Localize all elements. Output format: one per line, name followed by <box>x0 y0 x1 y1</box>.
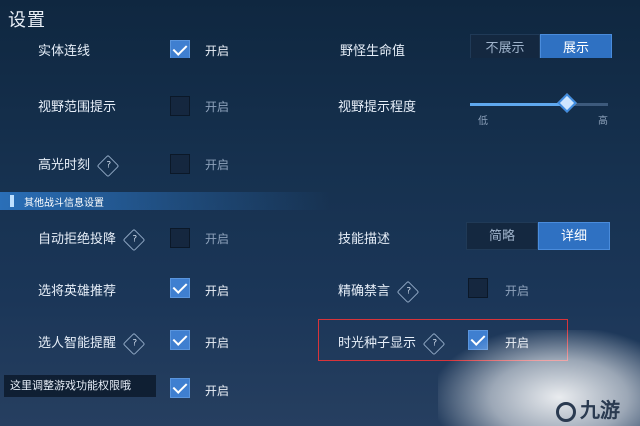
tooltip-permission: 这里调整游戏功能权限哦 <box>4 375 156 397</box>
setting-label-entity-line: 实体连线 <box>38 44 91 58</box>
highlight-moment-text: 高光时刻 <box>38 158 91 173</box>
vision-level-min-label: 低 <box>478 116 488 127</box>
setting-label-vision-range: 视野范围提示 <box>38 100 117 115</box>
help-icon[interactable]: ? <box>122 332 146 355</box>
highlight-moment-checkbox[interactable] <box>170 154 190 174</box>
setting-label-precise-mute: 精确禁言? <box>338 280 420 303</box>
section-marker <box>10 195 14 207</box>
setting-label-vision-level: 视野提示程度 <box>338 100 417 115</box>
precise-mute-state: 开启 <box>505 284 530 298</box>
auto-reject-state: 开启 <box>205 232 230 246</box>
auto-reject-checkbox[interactable] <box>170 228 190 248</box>
smart-reminder-state: 开启 <box>205 336 230 350</box>
vision-level-slider-knob[interactable] <box>557 93 577 113</box>
auto-reject-text: 自动拒绝投降 <box>38 232 117 247</box>
section-header-combat-info: 其他战斗信息设置 <box>0 192 330 210</box>
skill-desc-option-brief[interactable]: 简略 <box>466 222 538 250</box>
permission-checkbox[interactable] <box>170 378 190 398</box>
setting-label-hero-recommend: 选将英雄推荐 <box>38 284 117 299</box>
vision-range-state: 开启 <box>205 100 230 114</box>
entity-line-state: 开启 <box>205 44 230 58</box>
setting-label-skill-desc: 技能描述 <box>338 232 391 247</box>
help-icon[interactable]: ? <box>396 280 420 303</box>
top-partial-row: 实体连线 开启 野怪生命值 不展示 展示 <box>0 28 640 58</box>
help-icon[interactable]: ? <box>122 228 146 251</box>
monster-hp-option-hide[interactable]: 不展示 <box>470 34 540 58</box>
smart-reminder-text: 选人智能提醒 <box>38 336 117 351</box>
watermark: 九游 <box>556 394 620 423</box>
smart-reminder-checkbox[interactable] <box>170 330 190 350</box>
permission-state: 开启 <box>205 384 230 398</box>
setting-label-smart-reminder: 选人智能提醒? <box>38 332 146 355</box>
setting-label-auto-reject: 自动拒绝投降? <box>38 228 146 251</box>
jiuyou-logo-icon <box>556 401 576 422</box>
vision-range-checkbox[interactable] <box>170 96 190 116</box>
skill-desc-option-detailed[interactable]: 详细 <box>538 222 610 250</box>
help-icon[interactable]: ? <box>96 154 120 177</box>
precise-mute-checkbox[interactable] <box>468 278 488 298</box>
precise-mute-text: 精确禁言 <box>338 284 391 299</box>
section-title: 其他战斗信息设置 <box>24 198 104 209</box>
vision-level-slider-fill <box>470 103 568 106</box>
vision-level-max-label: 高 <box>598 116 608 127</box>
entity-line-checkbox[interactable] <box>170 40 190 58</box>
setting-label-highlight-moment: 高光时刻? <box>38 154 120 177</box>
hero-recommend-state: 开启 <box>205 284 230 298</box>
setting-label-monster-hp: 野怪生命值 <box>340 44 406 58</box>
monster-hp-option-show[interactable]: 展示 <box>540 34 612 58</box>
highlight-moment-state: 开启 <box>205 158 230 172</box>
watermark-text: 九游 <box>580 398 620 422</box>
hero-recommend-checkbox[interactable] <box>170 278 190 298</box>
